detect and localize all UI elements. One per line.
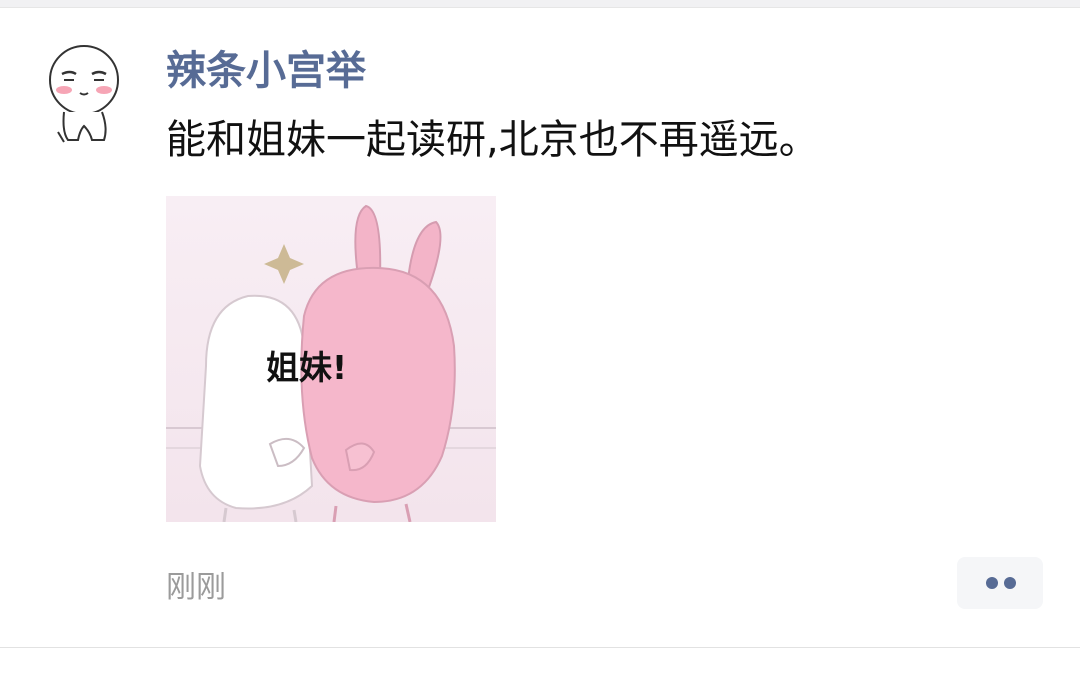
timestamp: 刚刚 xyxy=(166,570,226,605)
username-link[interactable]: 辣条小宫举 xyxy=(166,44,366,98)
sticker-image[interactable]: 姐妹! xyxy=(166,196,496,522)
more-dots-icon xyxy=(986,577,998,589)
more-dots-icon xyxy=(1004,577,1016,589)
post-text: 能和姐妹一起读研,北京也不再遥远。 xyxy=(166,117,819,163)
sticker-caption: 姐妹! xyxy=(266,348,348,387)
divider-bottom xyxy=(0,647,1080,687)
divider-top xyxy=(0,0,1080,8)
avatar[interactable] xyxy=(44,40,140,150)
more-actions-button[interactable] xyxy=(957,557,1043,609)
avatar-cartoon-icon xyxy=(44,40,140,150)
moments-feed: 辣条小宫举 能和姐妹一起读研,北京也不再遥远。 姐妹! 刚刚 xyxy=(0,0,1080,687)
